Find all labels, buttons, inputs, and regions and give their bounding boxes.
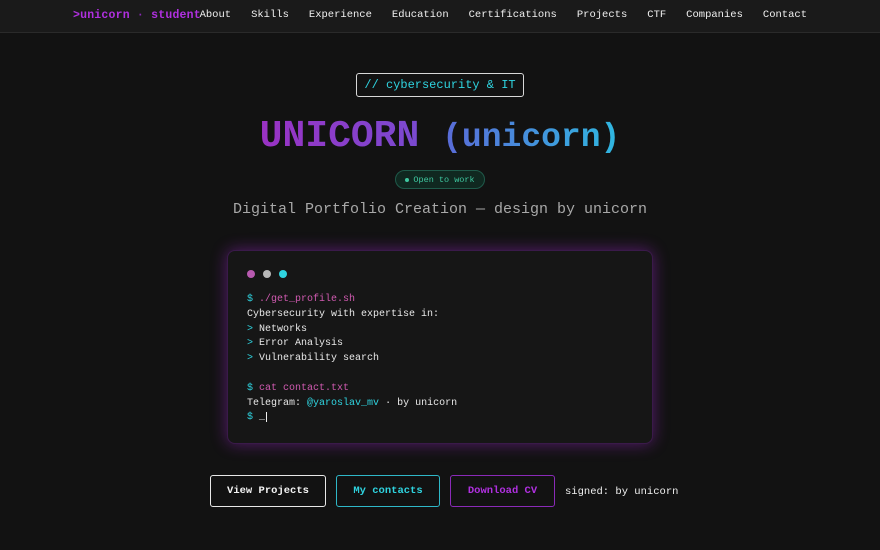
hero-subtitle: Digital Portfolio Creation — design by u… <box>232 201 648 218</box>
telegram-handle-link[interactable]: @yaroslav_mv <box>307 398 379 409</box>
status-text: Open to work <box>413 174 475 185</box>
logo-name: >unicorn <box>73 9 130 22</box>
nav-about[interactable]: About <box>200 9 232 21</box>
window-dot-icon <box>279 270 287 278</box>
terminal-line-cmd2: $ cat contact.txt <box>247 382 457 397</box>
window-controls <box>247 270 287 278</box>
prompt-symbol: $ <box>247 382 254 394</box>
cursor-caret-icon <box>266 411 268 422</box>
terminal-line: Cybersecurity with expertise in: <box>247 308 440 320</box>
main-nav: About Skills Experience Education Certif… <box>200 9 807 21</box>
view-projects-button[interactable]: View Projects <box>210 475 326 507</box>
download-cv-button[interactable]: Download CV <box>450 475 555 507</box>
cursor: _ <box>259 412 266 424</box>
nav-companies[interactable]: Companies <box>686 9 743 21</box>
terminal-line-cmd1: $ ./get_profile.sh <box>247 293 457 308</box>
status-badge: Open to work <box>395 170 485 189</box>
nav-education[interactable]: Education <box>392 9 449 21</box>
hero-handle: (unicorn) <box>442 119 621 156</box>
nav-contact[interactable]: Contact <box>763 9 807 21</box>
command-text: ./get_profile.sh <box>259 294 356 305</box>
hero-name: UNICORN <box>259 115 420 158</box>
top-navbar: >unicorn · student About Skills Experien… <box>0 0 880 33</box>
hero-title: UNICORN (unicorn) <box>0 113 880 162</box>
nav-ctf[interactable]: CTF <box>647 9 666 21</box>
command-text: cat contact.txt <box>259 382 350 394</box>
nav-skills[interactable]: Skills <box>251 9 289 21</box>
window-dot-icon <box>263 270 271 278</box>
window-dot-icon <box>247 270 255 278</box>
status-dot-icon <box>405 177 410 182</box>
nav-experience[interactable]: Experience <box>309 9 372 21</box>
terminal-window: $ ./get_profile.sh Cybersecurity with exp… <box>227 250 653 444</box>
terminal-telegram-line: Telegram: @yaroslav_mv · by unicorn <box>247 397 458 409</box>
terminal-output: $ ./get_profile.sh Cybersecurity with exp… <box>247 293 457 426</box>
nav-certifications[interactable]: Certifications <box>469 9 557 21</box>
terminal-list-item: > Vulnerability search <box>247 353 380 365</box>
logo-separator: · <box>136 9 145 22</box>
signature-text: signed: by unicorn <box>565 486 679 498</box>
topic-badge: // cybersecurity & IT <box>356 73 524 97</box>
my-contacts-button[interactable]: My contacts <box>336 475 440 507</box>
terminal-list-item: > Error Analysis <box>247 338 344 350</box>
terminal-input-line: $ _ <box>247 411 268 424</box>
prompt-symbol: $ <box>247 294 254 305</box>
site-logo[interactable]: >unicorn · student <box>73 9 201 22</box>
logo-role: student <box>151 9 201 22</box>
terminal-list-item: > Networks <box>247 323 308 335</box>
nav-projects[interactable]: Projects <box>577 9 627 21</box>
